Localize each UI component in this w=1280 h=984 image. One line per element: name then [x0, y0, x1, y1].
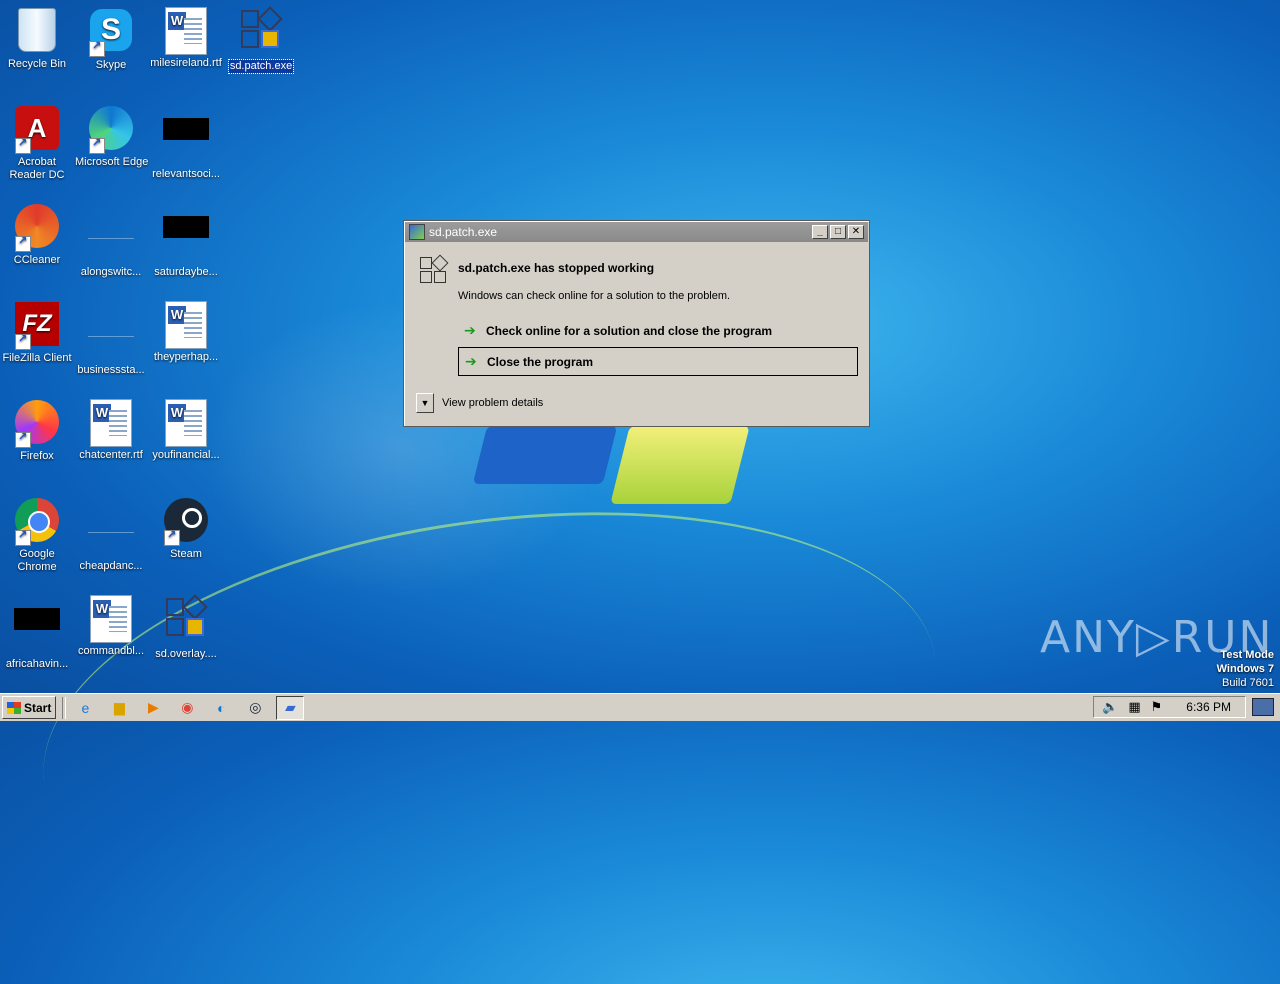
- desktop-icon-sd-patch[interactable]: sd.patch.exe: [224, 6, 298, 77]
- blank-file-icon: [88, 216, 134, 239]
- desktop-icon-youfinancial[interactable]: W youfinancial...: [149, 398, 223, 466]
- volume-icon[interactable]: 🔈: [1102, 699, 1118, 715]
- explorer-icon[interactable]: ▆: [106, 697, 132, 719]
- action-center-flag-icon[interactable]: ⚑: [1151, 699, 1163, 715]
- desktop-icon-filezilla[interactable]: FZ FileZilla Client: [0, 300, 74, 369]
- close-button[interactable]: ✕: [848, 225, 864, 239]
- blank-file-icon: [88, 314, 134, 337]
- minimize-button[interactable]: _: [812, 225, 828, 239]
- taskbar: Start e ▆ ▶ ◉ ◐ ◎ ▰ 🔈 ▦ ⚑ 6:36 PM: [0, 693, 1280, 721]
- desktop-icon-cheapdanc[interactable]: cheapdanc...: [74, 496, 148, 577]
- system-tray: 🔈 ▦ ⚑ 6:36 PM: [1093, 696, 1246, 718]
- view-details-toggle[interactable]: ▼ View problem details: [416, 393, 543, 413]
- network-icon[interactable]: ▦: [1128, 699, 1140, 715]
- dialog-message: Windows can check online for a solution …: [458, 290, 731, 302]
- blank-file-icon: [163, 118, 209, 140]
- dialog-heading: sd.patch.exe has stopped working: [458, 261, 655, 275]
- desktop-icon-recycle-bin[interactable]: Recycle Bin: [0, 6, 74, 75]
- chevron-down-icon[interactable]: ▼: [416, 393, 434, 413]
- desktop-icon-sd-overlay[interactable]: sd.overlay....: [149, 594, 223, 665]
- desktop-icon-businesssta[interactable]: businesssta...: [74, 300, 148, 381]
- desktop-icon-edge[interactable]: Microsoft Edge: [74, 104, 148, 173]
- maximize-button[interactable]: □: [830, 225, 846, 239]
- desktop-icon-acrobat[interactable]: A Acrobat Reader DC: [0, 104, 74, 186]
- os-badge: Test Mode Windows 7 Build 7601: [1217, 648, 1274, 690]
- windows-flag-icon: [7, 701, 21, 714]
- word-document-icon: W: [165, 399, 207, 447]
- os-badge-line1: Test Mode: [1220, 649, 1274, 661]
- word-document-icon: W: [90, 399, 132, 447]
- error-reporting-taskbar-icon[interactable]: ▰: [276, 695, 305, 720]
- check-online-label: Check online for a solution and close th…: [486, 323, 773, 338]
- start-label: Start: [24, 700, 52, 715]
- desktop-icon-africahavin[interactable]: africahavin...: [0, 594, 74, 675]
- steam-taskbar-icon[interactable]: ◎: [242, 697, 268, 719]
- blank-file-icon: [14, 608, 60, 630]
- desktop-icon-commandbl[interactable]: W commandbl...: [74, 594, 148, 662]
- word-document-icon: W: [90, 595, 132, 643]
- os-badge-line3: Build 7601: [1222, 677, 1274, 689]
- desktop-icon-steam[interactable]: Steam: [149, 496, 223, 565]
- green-arrow-icon: ➔: [465, 353, 477, 369]
- desktop-icon-saturdaybe[interactable]: saturdaybe...: [149, 202, 223, 283]
- recycle-bin-icon: [18, 8, 56, 52]
- desktop-icon-theyperhap[interactable]: W theyperhap...: [149, 300, 223, 368]
- ie-icon[interactable]: e: [72, 697, 98, 719]
- word-document-icon: W: [165, 301, 207, 349]
- desktop-icon-ccleaner[interactable]: CCleaner: [0, 202, 74, 271]
- media-player-icon[interactable]: ▶: [140, 697, 166, 719]
- desktop-icon-chatcenter[interactable]: W chatcenter.rtf: [74, 398, 148, 466]
- show-desktop-icon[interactable]: [1252, 698, 1274, 716]
- program-error-icon: [418, 254, 449, 283]
- blank-file-icon: [88, 510, 134, 533]
- application-icon: [241, 6, 283, 50]
- start-button[interactable]: Start: [2, 696, 57, 719]
- app-icon: [409, 224, 425, 240]
- error-dialog: sd.patch.exe _ □ ✕ sd.patch.exe has stop…: [403, 220, 870, 427]
- dialog-titlebar[interactable]: sd.patch.exe _ □ ✕: [405, 222, 868, 242]
- taskbar-separator: [62, 696, 67, 719]
- close-program-option[interactable]: ➔ Close the program: [458, 347, 858, 376]
- view-details-label: View problem details: [442, 397, 544, 409]
- desktop-icon-chrome[interactable]: Google Chrome: [0, 496, 74, 578]
- windows-logo-wallpaper: [472, 420, 760, 510]
- close-program-label: Close the program: [487, 354, 594, 369]
- desktop-icon-alongswitc[interactable]: alongswitc...: [74, 202, 148, 283]
- desktop-icon-relevantsoci[interactable]: relevantsoci...: [149, 104, 223, 185]
- clock[interactable]: 6:36 PM: [1186, 700, 1231, 714]
- green-arrow-icon: ➔: [464, 322, 476, 338]
- application-icon: [166, 594, 208, 638]
- desktop-icon-milesireland[interactable]: W milesireland.rtf: [149, 6, 223, 74]
- desktop-icon-skype[interactable]: S Skype: [74, 6, 148, 76]
- check-online-option[interactable]: ➔ Check online for a solution and close …: [458, 317, 856, 344]
- os-badge-line2: Windows 7: [1216, 663, 1274, 675]
- dialog-title: sd.patch.exe: [429, 225, 498, 239]
- desktop-icon-firefox[interactable]: Firefox: [0, 398, 74, 467]
- blank-file-icon: [163, 216, 209, 238]
- word-document-icon: W: [165, 7, 207, 55]
- chrome-taskbar-icon[interactable]: ◉: [174, 697, 200, 719]
- edge-taskbar-icon[interactable]: ◐: [208, 697, 234, 719]
